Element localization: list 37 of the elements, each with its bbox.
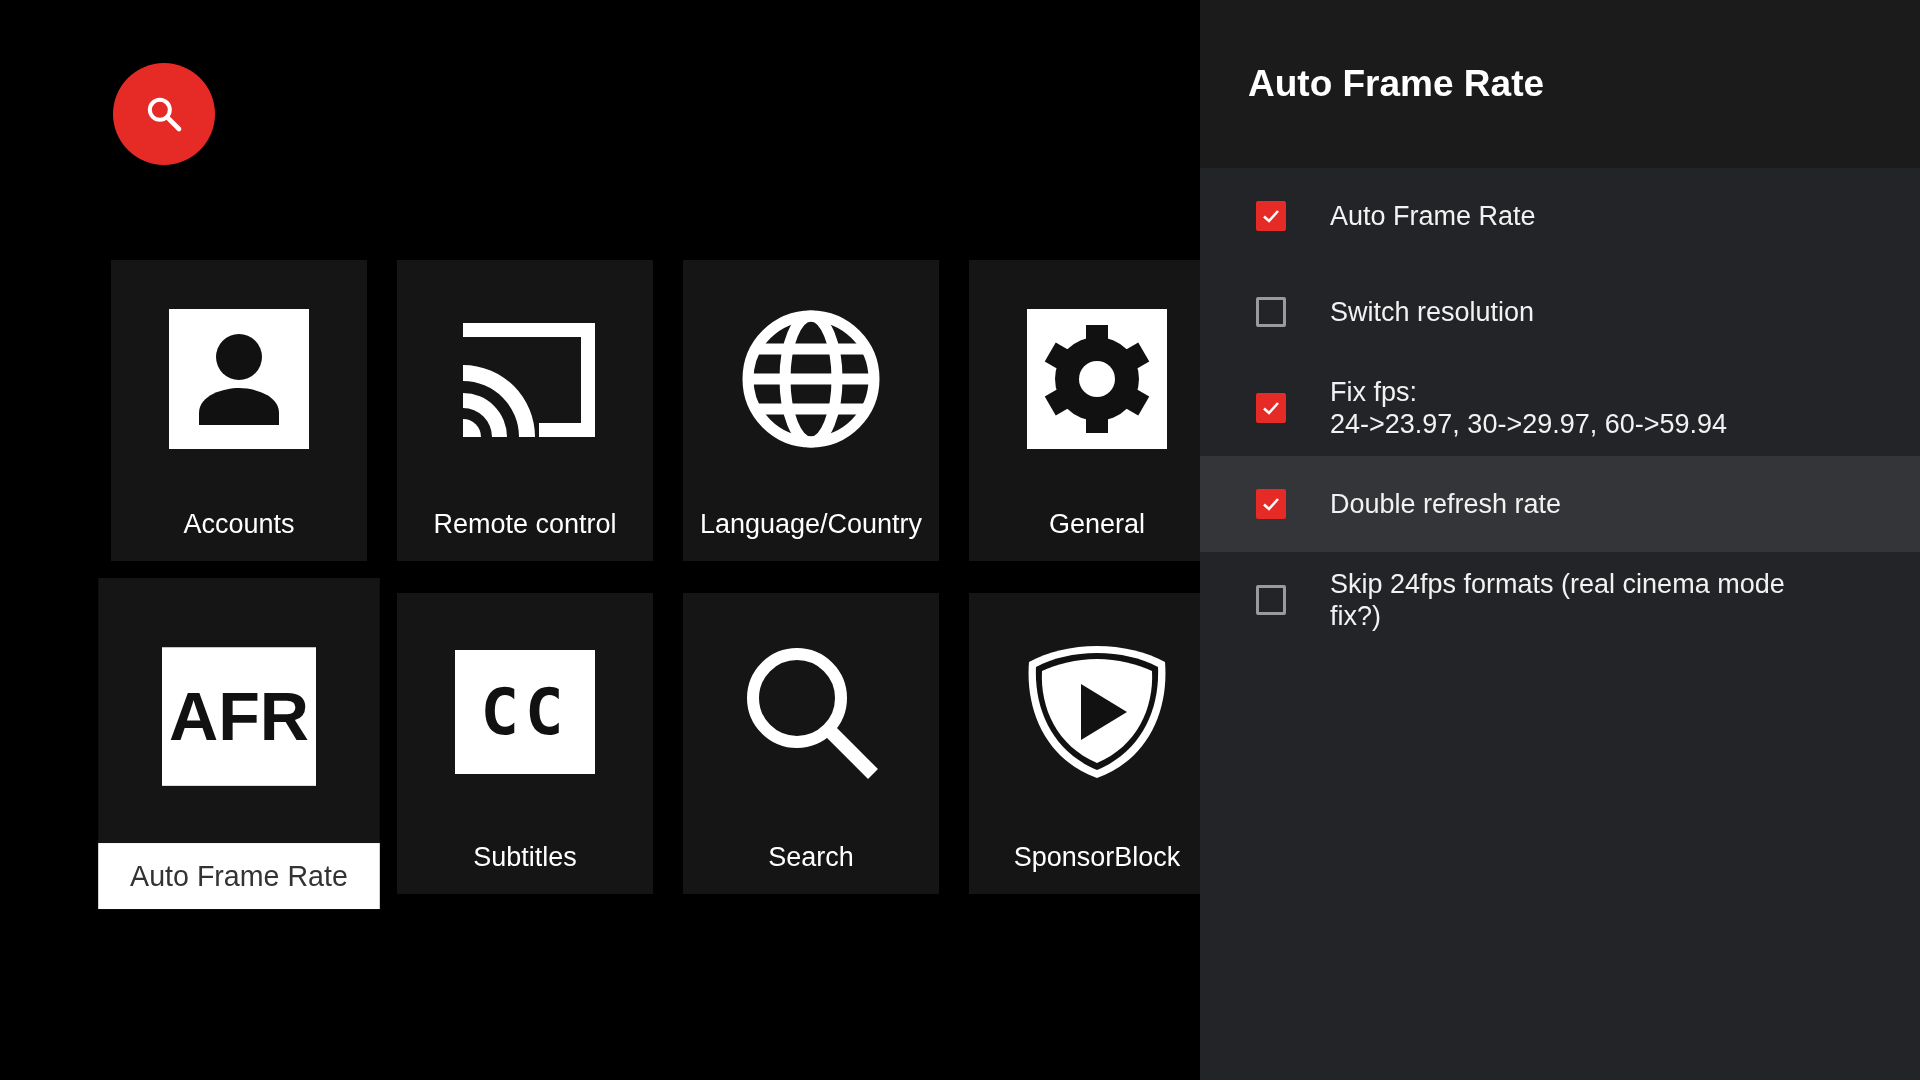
option-row[interactable]: Switch resolution <box>1200 264 1920 360</box>
afr-icon: AFR <box>162 646 316 786</box>
option-row[interactable]: Double refresh rate <box>1200 456 1920 552</box>
tile-label: Auto Frame Rate <box>98 843 380 910</box>
closed-captions-icon: CC <box>455 649 595 774</box>
tile-label: Search <box>767 840 855 874</box>
checkbox[interactable] <box>1256 585 1286 615</box>
globe-icon <box>741 308 881 449</box>
tile-label: Accounts <box>182 507 296 541</box>
settings-tile[interactable]: AFR Auto Frame Rate <box>98 577 380 910</box>
tile-label: Language/Country <box>698 507 924 541</box>
checkbox[interactable] <box>1256 393 1286 423</box>
settings-tile[interactable]: Search <box>683 593 939 894</box>
checkbox[interactable] <box>1256 201 1286 231</box>
panel-title: Auto Frame Rate <box>1248 63 1545 105</box>
person-icon <box>169 308 309 449</box>
checkbox[interactable] <box>1256 297 1286 327</box>
settings-tile[interactable]: Language/Country <box>683 260 939 561</box>
option-label: Fix fps: 24->23.97, 30->29.97, 60->59.94 <box>1330 376 1728 440</box>
settings-tile[interactable]: General <box>969 260 1200 561</box>
tile-label: Remote control <box>432 507 618 541</box>
settings-tile[interactable]: SponsorBlock <box>969 593 1200 894</box>
tile-label: SponsorBlock <box>1012 840 1182 874</box>
option-row[interactable]: Fix fps: 24->23.97, 30->29.97, 60->59.94 <box>1200 360 1920 456</box>
option-label: Double refresh rate <box>1330 488 1562 520</box>
settings-tile[interactable]: Accounts <box>111 260 367 561</box>
settings-tile[interactable]: Remote control <box>397 260 653 561</box>
option-row[interactable]: Skip 24fps formats (real cinema mode fix?) <box>1200 552 1920 648</box>
tile-label: Subtitles <box>472 840 578 874</box>
option-label: Skip 24fps formats (real cinema mode fix?) <box>1330 568 1786 632</box>
option-label: Auto Frame Rate <box>1330 200 1536 232</box>
tile-label: General <box>1047 507 1147 541</box>
gear-icon <box>1027 308 1167 449</box>
option-label: Switch resolution <box>1330 296 1535 328</box>
checkbox[interactable] <box>1256 489 1286 519</box>
settings-tile[interactable]: CC Subtitles <box>397 593 653 894</box>
option-row[interactable]: Auto Frame Rate <box>1200 168 1920 264</box>
